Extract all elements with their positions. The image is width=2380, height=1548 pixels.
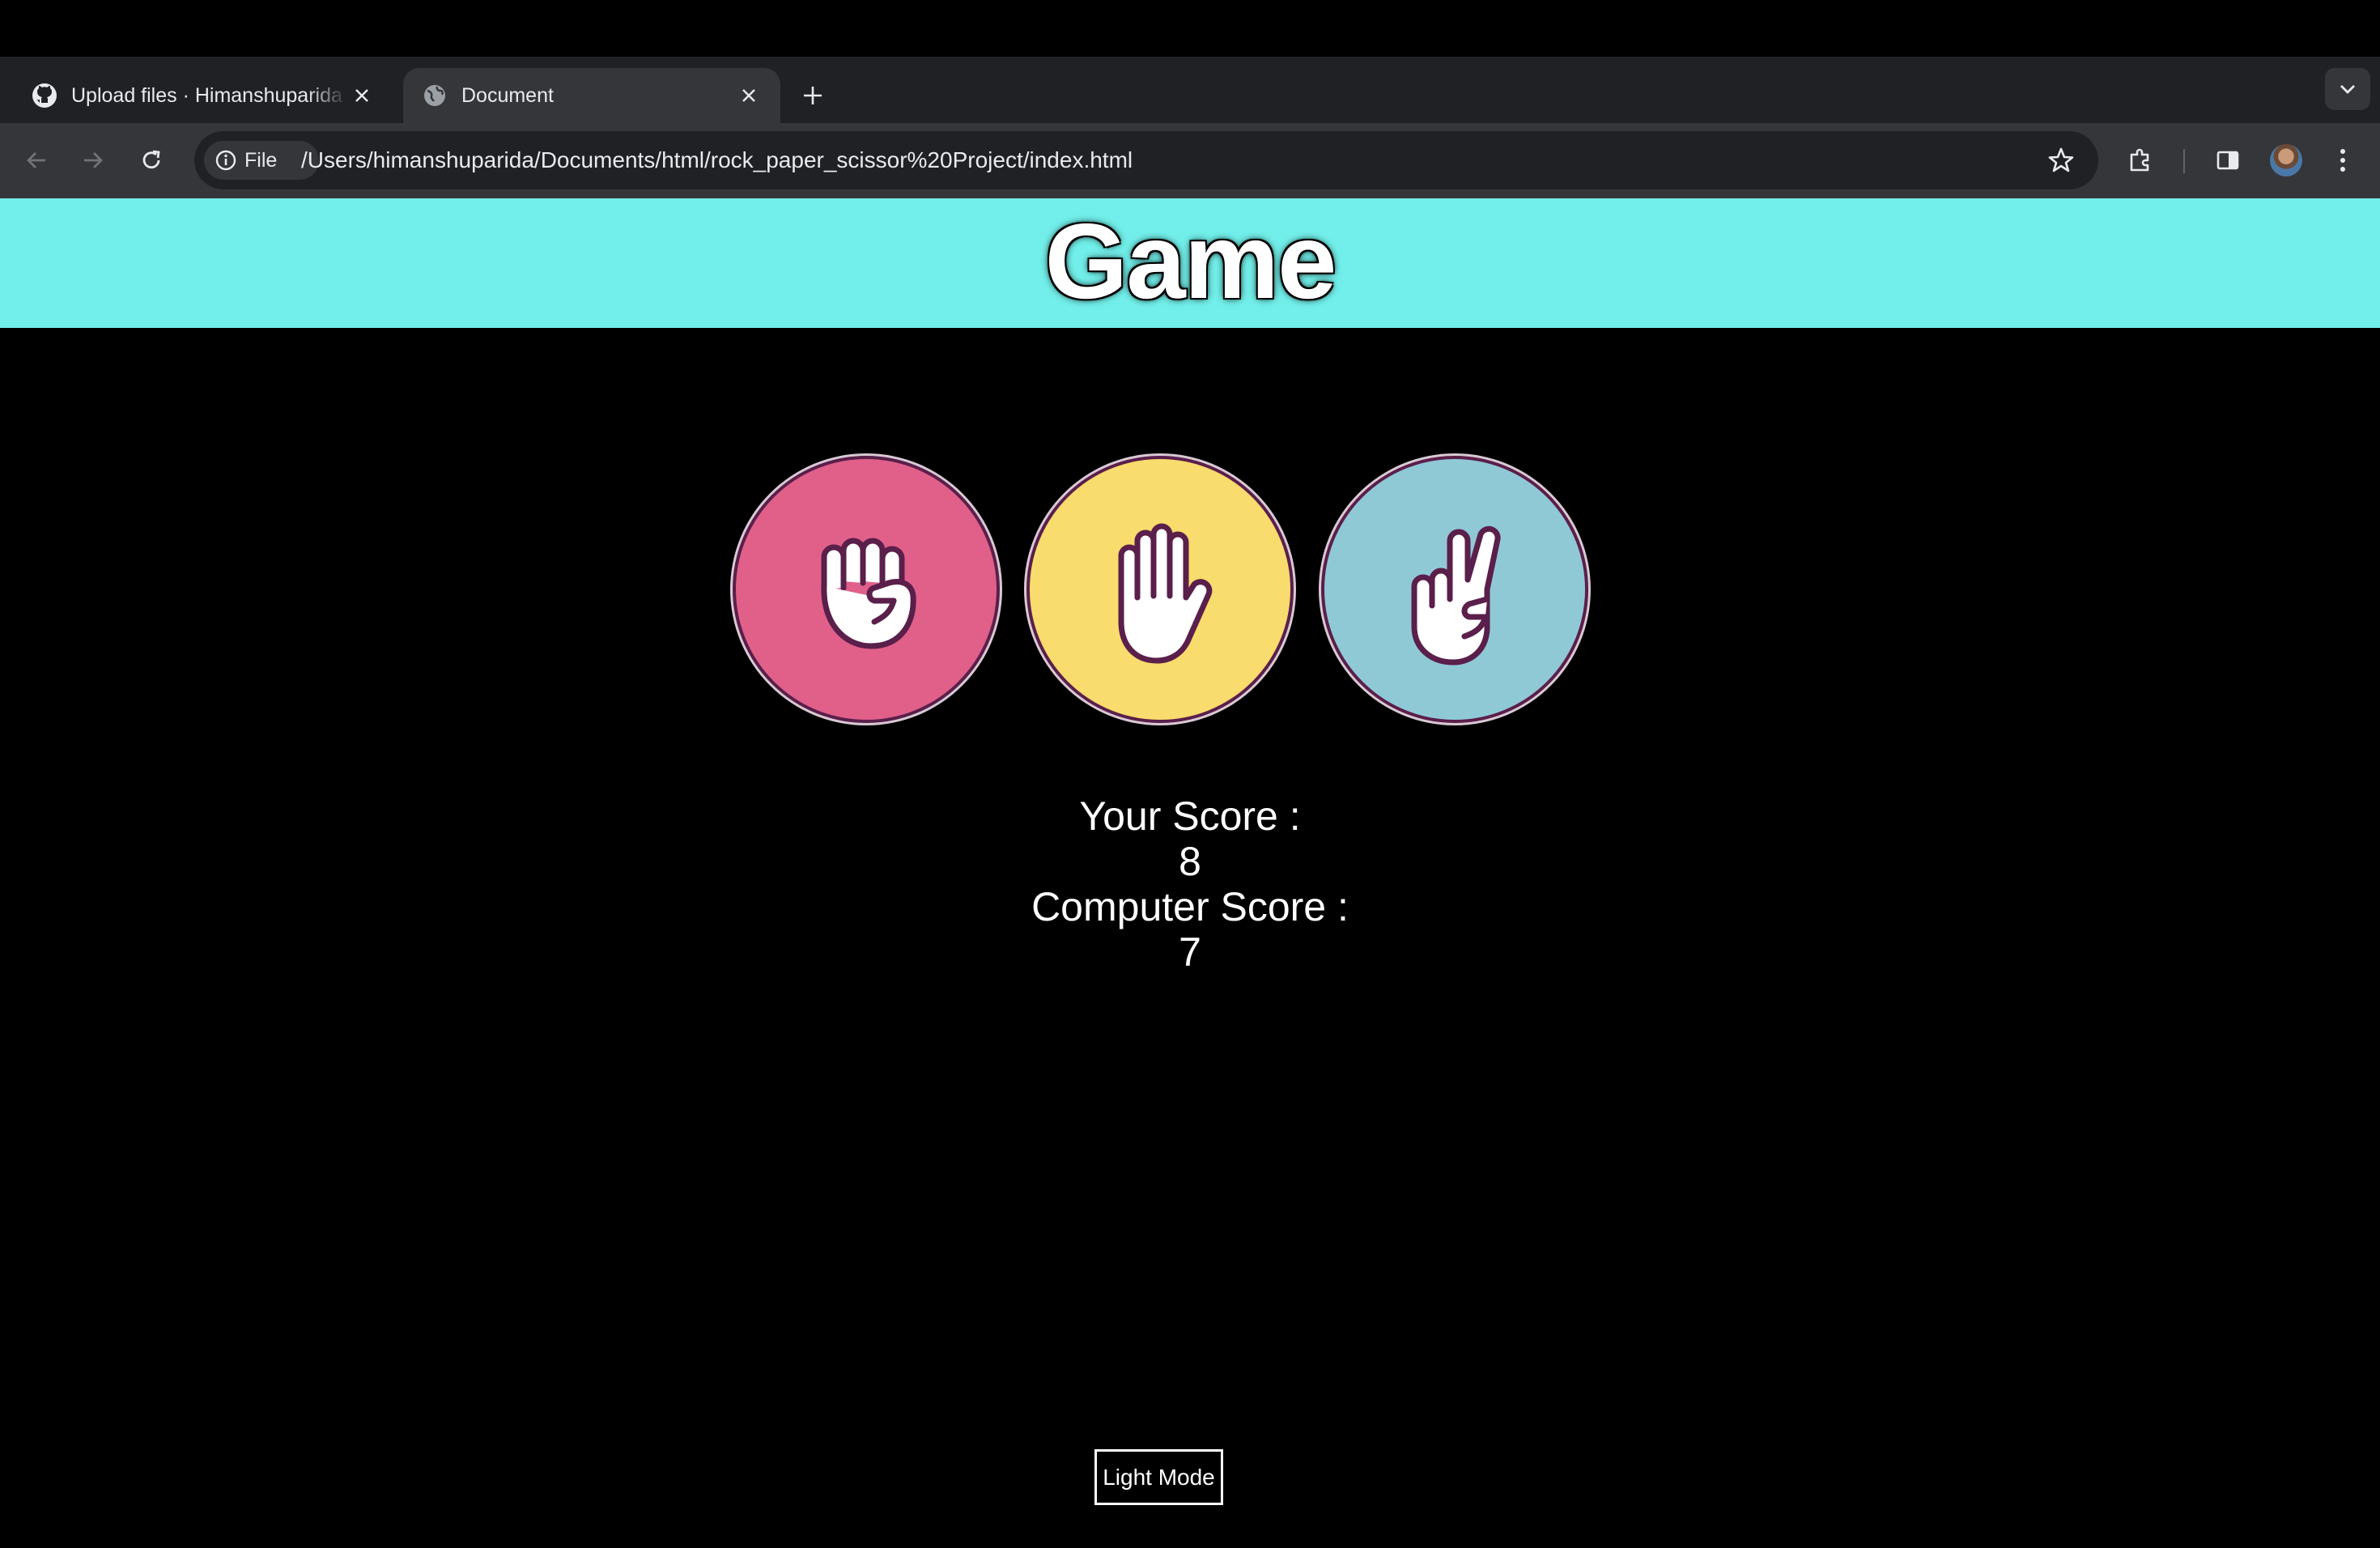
scissors-choice-button[interactable] [1321,456,1588,723]
computer-score-value: 7 [1179,929,1201,975]
browser-toolbar: File /Users/himanshuparida/Documents/htm… [0,123,2380,198]
user-score-label: Your Score : [1079,793,1301,839]
tab-title: Document [461,83,554,107]
extensions-puzzle-icon[interactable] [2120,140,2161,181]
back-arrow-icon[interactable] [16,140,57,181]
reload-icon[interactable] [131,140,172,181]
close-tab-icon[interactable] [735,82,763,109]
tab-search-chevron-down-icon[interactable] [2325,68,2370,110]
new-tab-plus-icon[interactable] [792,74,834,117]
score-board: Your Score : 8 Computer Score : 7 [0,793,2380,975]
site-info-label: File [244,148,278,172]
tab-strip: Upload files · Himanshuparida Document [0,57,2380,123]
profile-avatar[interactable] [2270,144,2302,176]
github-icon [31,82,58,109]
rock-choice-button[interactable] [733,456,1000,723]
tab-title: Upload files · Himanshuparida [71,83,342,107]
globe-icon [421,82,448,109]
side-panel-icon[interactable] [2208,140,2248,181]
toolbar-separator [2183,149,2185,173]
tab-upload-files[interactable]: Upload files · Himanshuparida [13,68,393,123]
info-icon [215,150,236,171]
page-header: Game [0,198,2380,328]
peace-hand-icon [1411,525,1501,666]
url-text[interactable]: /Users/himanshuparida/Documents/html/roc… [301,131,1133,189]
light-mode-button[interactable]: Light Mode [1094,1449,1223,1505]
computer-score-label: Computer Score : [1031,884,1349,929]
open-hand-icon [1118,523,1213,664]
forward-arrow-icon[interactable] [73,140,113,181]
user-score-value: 8 [1179,839,1201,884]
web-page: Game Your Score: 8 Computer Score: 7 L… [0,198,2380,1548]
fist-icon [821,538,916,649]
close-tab-icon[interactable] [348,82,376,109]
system-top-bar [0,0,2380,57]
page-title: Game [1044,202,1337,321]
more-vertical-icon[interactable] [2323,140,2363,181]
bookmark-star-icon[interactable] [2046,146,2076,175]
address-bar[interactable]: File /Users/himanshuparida/Documents/htm… [194,131,2098,189]
tab-document[interactable]: Document [403,68,780,123]
paper-choice-button[interactable] [1026,456,1294,723]
